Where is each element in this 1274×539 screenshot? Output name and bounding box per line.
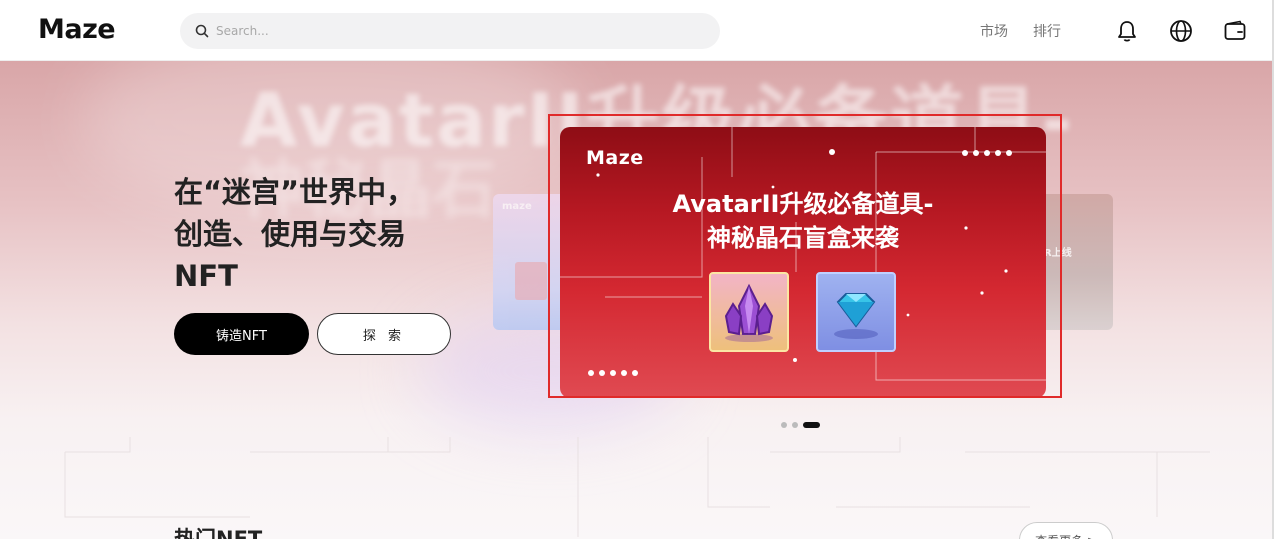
carousel-dot-2[interactable] <box>792 422 798 428</box>
top-navbar: Maze 市场 排行 <box>0 0 1274 61</box>
carousel-dot-1[interactable] <box>781 422 787 428</box>
globe-icon[interactable] <box>1168 18 1194 44</box>
hot-nft-heading: 热门NFT <box>174 527 263 539</box>
search-bar[interactable] <box>180 13 720 49</box>
headline-line-1: 在“迷宫”世界中， <box>174 175 416 209</box>
bell-icon[interactable] <box>1114 18 1140 44</box>
headline-line-2: 创造、使用与交易 <box>174 217 407 251</box>
carousel-dot-3[interactable] <box>803 422 820 428</box>
wallet-icon[interactable] <box>1222 18 1248 44</box>
maze-logo[interactable]: Maze <box>38 14 116 45</box>
carousel-indicators <box>781 422 820 428</box>
hero-headline: 在“迷宫”世界中， 创造、使用与交易 NFT <box>174 171 454 297</box>
headline-line-3: NFT <box>174 259 238 293</box>
hero-section: AvatarII升级必备道具- 神秘晶石 在“迷宫”世界中， 创造、使用与交易 … <box>0 61 1274 539</box>
highlight-box <box>548 114 1062 398</box>
search-icon <box>195 24 209 38</box>
mint-nft-button[interactable]: 铸造NFT <box>174 313 309 355</box>
nav-market-link[interactable]: 市场 <box>980 21 1008 41</box>
nav-ranking-link[interactable]: 排行 <box>1033 21 1061 41</box>
explore-button[interactable]: 探 索 <box>317 313 451 355</box>
search-input[interactable] <box>216 13 696 49</box>
see-more-button[interactable]: 查看更多 > <box>1019 522 1113 539</box>
prev-card-logo: maze <box>502 201 532 212</box>
prev-card-thumbnail <box>515 262 547 300</box>
